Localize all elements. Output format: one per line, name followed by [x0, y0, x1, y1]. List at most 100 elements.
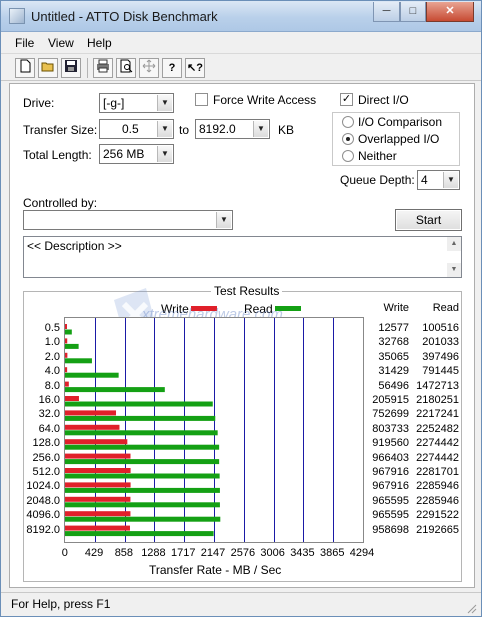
write-bar: [65, 482, 131, 488]
chevron-down-icon[interactable]: ▼: [253, 121, 268, 137]
read-bar: [65, 459, 220, 465]
chevron-down-icon[interactable]: ▼: [216, 212, 231, 228]
chevron-down-icon[interactable]: ▼: [157, 146, 172, 162]
force-write-checkbox[interactable]: [195, 93, 208, 106]
title-bar[interactable]: Untitled - ATTO Disk Benchmark ─ □ ✕: [1, 1, 481, 32]
read-bar: [65, 329, 72, 335]
overlapped-io-label: Overlapped I/O: [358, 132, 440, 146]
write-value: 32768: [378, 336, 409, 349]
read-bar: [65, 516, 221, 522]
chart-area: [64, 317, 364, 543]
write-bar: [65, 352, 68, 358]
chevron-down-icon[interactable]: ▼: [157, 121, 172, 137]
queue-depth-select[interactable]: 4 ▼: [417, 170, 460, 190]
save-icon[interactable]: [61, 58, 81, 78]
description-text: << Description >>: [27, 239, 122, 253]
menu-bar: File View Help: [1, 33, 481, 53]
drive-select[interactable]: [-g-] ▼: [99, 93, 174, 113]
write-value: 965595: [372, 509, 409, 522]
write-value: 967916: [372, 480, 409, 493]
controlled-by-select[interactable]: ▼: [23, 210, 233, 230]
write-value: 966403: [372, 451, 409, 464]
read-value: 2217241: [416, 408, 459, 421]
block-size-label: 4096.0: [26, 509, 60, 522]
x-tick-label: 1717: [171, 547, 196, 559]
write-bar: [65, 453, 131, 459]
open-folder-icon[interactable]: [38, 58, 58, 78]
read-bar: [65, 415, 216, 421]
print-preview-icon[interactable]: [116, 58, 136, 78]
write-value: 35065: [378, 350, 409, 363]
total-length-select[interactable]: 256 MB ▼: [99, 144, 174, 164]
write-bar: [65, 511, 131, 517]
help-icon[interactable]: ?: [162, 58, 182, 78]
start-button[interactable]: Start: [395, 209, 462, 231]
scroll-down-icon[interactable]: ▼: [447, 263, 461, 277]
queue-depth-label: Queue Depth:: [340, 173, 415, 187]
block-size-label: 4.0: [44, 365, 60, 378]
app-icon: [9, 8, 25, 24]
resize-grip-icon[interactable]: [465, 602, 477, 614]
menu-view[interactable]: View: [48, 36, 74, 50]
read-column-header: Read: [432, 302, 459, 314]
read-value: 2285946: [416, 480, 459, 493]
to-label: to: [179, 123, 190, 137]
block-size-label: 2048.0: [26, 494, 60, 507]
block-size-label: 64.0: [38, 422, 60, 435]
move-icon[interactable]: [139, 58, 159, 78]
neither-label: Neither: [358, 149, 397, 163]
chart-svg: [65, 318, 334, 542]
write-bar: [65, 496, 131, 502]
x-tick-label: 2576: [230, 547, 256, 559]
menu-help[interactable]: Help: [87, 36, 112, 50]
maximize-button[interactable]: □: [400, 2, 426, 22]
write-bar: [65, 381, 69, 387]
write-value: 31429: [378, 365, 409, 378]
write-bar: [65, 396, 79, 401]
x-tick-label: 1288: [141, 547, 166, 559]
overlapped-io-radio[interactable]: [342, 133, 354, 145]
chevron-down-icon[interactable]: ▼: [157, 95, 172, 111]
status-bar: For Help, press F1: [1, 592, 481, 616]
read-bar: [65, 401, 213, 407]
write-value: 56496: [378, 379, 409, 392]
read-value: 2252482: [416, 422, 459, 435]
menu-file[interactable]: File: [15, 36, 34, 50]
total-length-label: Total Length:: [23, 148, 92, 162]
io-comparison-radio[interactable]: [342, 116, 354, 128]
description-box[interactable]: << Description >> ▲ ▼: [23, 236, 462, 278]
read-value: 791445: [422, 365, 459, 378]
read-bar: [65, 430, 218, 436]
direct-io-label: Direct I/O: [358, 93, 409, 107]
neither-radio[interactable]: [342, 150, 354, 162]
x-tick-label: 3435: [290, 547, 315, 559]
block-size-label: 1.0: [44, 336, 60, 349]
transfer-from-value: 0.5: [122, 122, 139, 136]
read-value: 2291522: [416, 509, 459, 522]
write-column-header: Write: [383, 302, 409, 314]
write-bar: [65, 324, 67, 329]
block-size-label: 8.0: [44, 379, 60, 392]
status-text: For Help, press F1: [11, 597, 111, 611]
block-size-label: 0.5: [44, 322, 60, 334]
block-size-label: 512.0: [32, 466, 60, 478]
new-file-icon[interactable]: [15, 58, 35, 78]
scroll-up-icon[interactable]: ▲: [447, 237, 461, 251]
block-size-label: 1024.0: [26, 480, 60, 493]
print-icon[interactable]: [93, 58, 113, 78]
transfer-size-to-select[interactable]: 8192.0 ▼: [195, 119, 270, 139]
minimize-button[interactable]: ─: [373, 2, 400, 22]
transfer-size-label: Transfer Size:: [23, 123, 98, 137]
controlled-by-label: Controlled by:: [23, 196, 98, 210]
benchmark-panel: Drive: [-g-] ▼ Force Write Access ✓ Dire…: [9, 83, 475, 588]
close-button[interactable]: ✕: [426, 2, 474, 22]
transfer-size-from-select[interactable]: 0.5 ▼: [99, 119, 174, 139]
write-value: 919560: [372, 437, 409, 450]
queue-depth-value: 4: [421, 173, 428, 187]
read-value: 2180251: [416, 394, 459, 406]
direct-io-checkbox[interactable]: ✓: [340, 93, 353, 106]
read-bar: [65, 487, 220, 493]
context-help-icon[interactable]: ↖?: [185, 58, 205, 78]
chevron-down-icon[interactable]: ▼: [443, 172, 458, 188]
write-bar: [65, 439, 128, 445]
